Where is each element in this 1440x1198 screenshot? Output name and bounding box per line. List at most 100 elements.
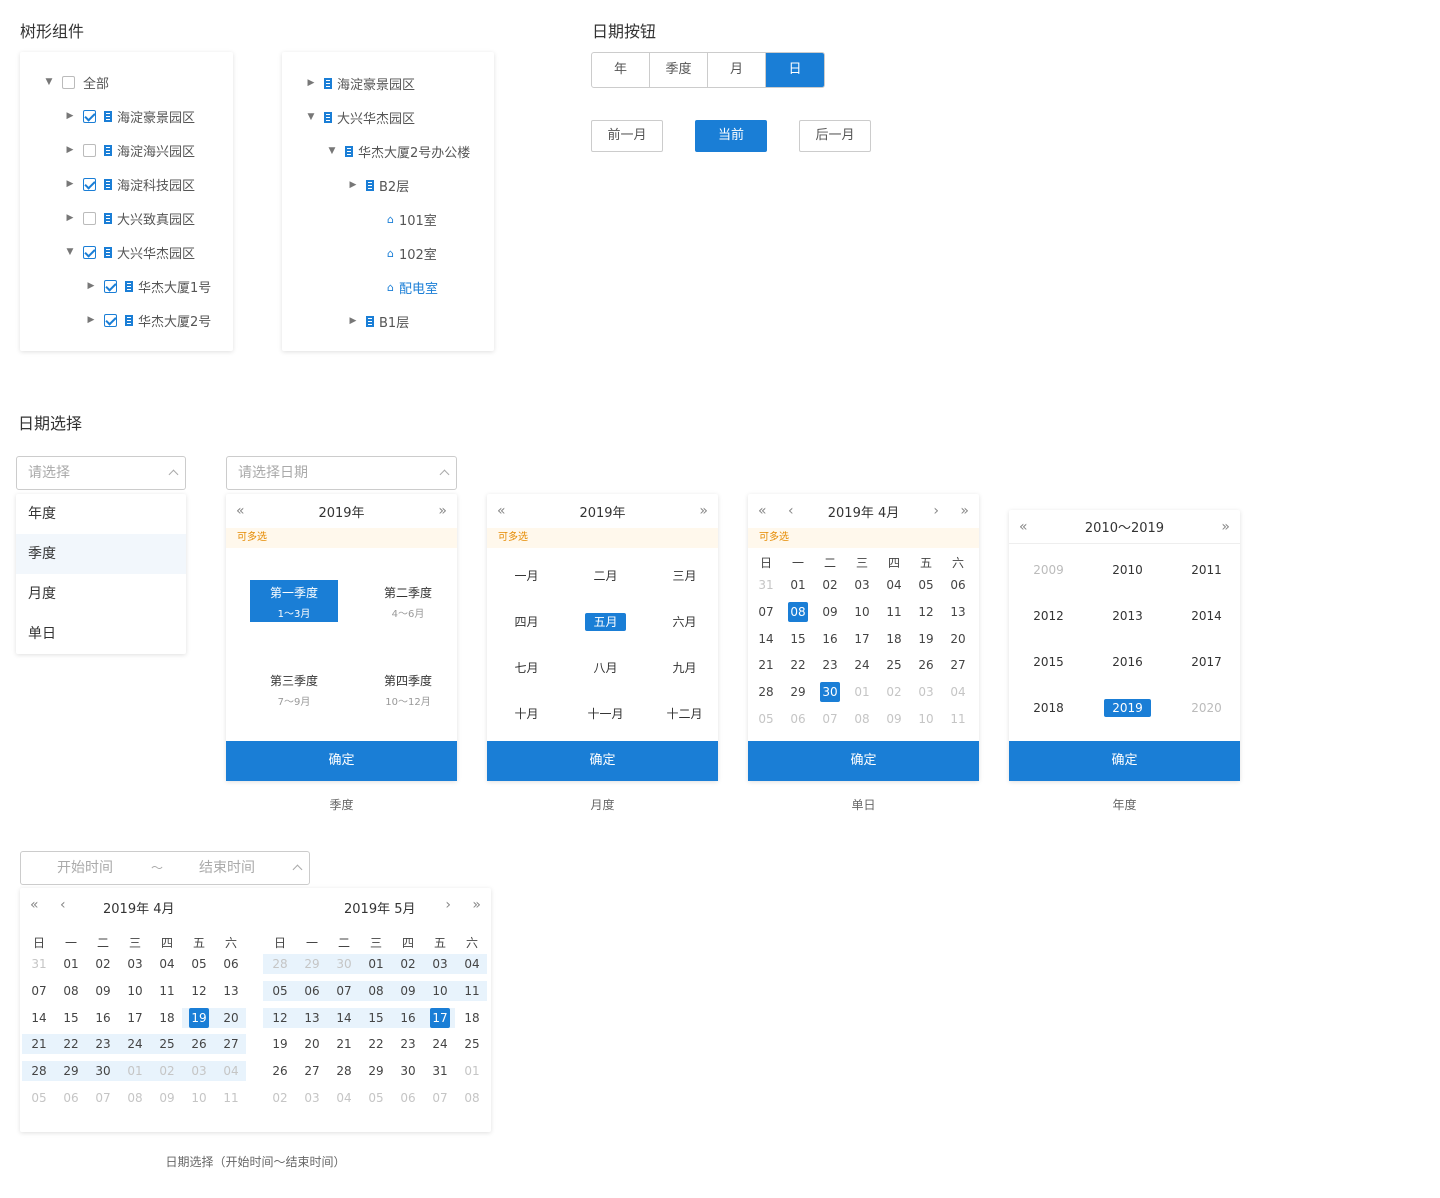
caret-down-icon[interactable]: ▼ <box>42 75 56 89</box>
tree-node[interactable]: ▶ 海淀豪景园区 <box>63 99 195 133</box>
day-cell[interactable]: 09 <box>815 602 845 622</box>
day-cell[interactable]: 11 <box>216 1088 246 1108</box>
tree-node[interactable]: ▶ 海淀海兴园区 <box>63 133 195 167</box>
day-cell[interactable]: 04 <box>943 682 973 702</box>
year-option[interactable]: 2018 <box>1009 701 1088 715</box>
day-cell[interactable]: 13 <box>297 1008 327 1028</box>
next-month-button[interactable]: 后一月 <box>799 120 871 152</box>
tree-checkbox[interactable] <box>83 143 96 157</box>
caret-right-icon[interactable]: ▶ <box>84 313 98 327</box>
month-option[interactable]: 六月 <box>645 613 724 630</box>
day-cell[interactable]: 03 <box>425 954 455 974</box>
date-range-input[interactable]: 开始时间 ～ 结束时间 <box>20 851 310 885</box>
day-cell[interactable]: 07 <box>24 981 54 1001</box>
day-cell[interactable]: 18 <box>457 1008 487 1028</box>
day-cell[interactable]: 28 <box>329 1061 359 1081</box>
day-cell[interactable]: 20 <box>943 629 973 649</box>
day-cell[interactable]: 21 <box>329 1034 359 1054</box>
prev-month-button[interactable]: 前一月 <box>591 120 663 152</box>
day-cell[interactable]: 04 <box>879 575 909 595</box>
tree-checkbox[interactable] <box>83 245 96 259</box>
day-cell[interactable]: 22 <box>56 1034 86 1054</box>
day-cell[interactable]: 22 <box>361 1034 391 1054</box>
confirm-button[interactable]: 确定 <box>226 741 457 781</box>
day-cell[interactable]: 28 <box>24 1061 54 1081</box>
day-cell[interactable]: 25 <box>152 1034 182 1054</box>
segment-option[interactable]: 月 <box>708 53 766 87</box>
day-cell[interactable]: 16 <box>88 1008 118 1028</box>
tree-node[interactable]: ▼ 大兴华杰园区 <box>304 100 415 134</box>
caret-right-icon[interactable]: ▶ <box>84 279 98 293</box>
prev-year-icon[interactable]: « <box>30 888 39 922</box>
day-cell[interactable]: 03 <box>911 682 941 702</box>
tree-checkbox[interactable] <box>83 177 96 191</box>
year-option[interactable]: 2015 <box>1009 655 1088 669</box>
month-option[interactable]: 四月 <box>487 613 566 630</box>
next-month-icon[interactable]: › <box>933 494 939 528</box>
day-cell[interactable]: 16 <box>815 629 845 649</box>
day-cell[interactable]: 04 <box>216 1061 246 1081</box>
day-cell[interactable]: 03 <box>847 575 877 595</box>
tree-node[interactable]: ▶ B1层 <box>346 304 409 338</box>
day-cell[interactable]: 09 <box>393 981 423 1001</box>
caret-right-icon[interactable]: ▶ <box>63 211 77 225</box>
year-option[interactable]: 2020 <box>1167 701 1246 715</box>
day-cell[interactable]: 29 <box>361 1061 391 1081</box>
day-cell[interactable]: 04 <box>329 1088 359 1108</box>
tree-checkbox[interactable] <box>62 75 75 89</box>
month-option[interactable]: 十月 <box>487 705 566 722</box>
day-cell[interactable]: 24 <box>847 655 877 675</box>
day-cell[interactable]: 30 <box>393 1061 423 1081</box>
tree-node[interactable]: ▶ 大兴致真园区 <box>63 201 195 235</box>
day-cell[interactable]: 07 <box>88 1088 118 1108</box>
day-cell[interactable]: 06 <box>783 709 813 729</box>
segment-option[interactable]: 日 <box>766 53 824 87</box>
tree-checkbox[interactable] <box>104 313 117 327</box>
caret-down-icon[interactable]: ▼ <box>63 245 77 259</box>
day-cell[interactable]: 19 <box>265 1034 295 1054</box>
day-cell[interactable]: 31 <box>24 954 54 974</box>
day-cell[interactable]: 05 <box>361 1088 391 1108</box>
day-cell[interactable]: 05 <box>265 981 295 1001</box>
day-cell[interactable]: 04 <box>457 954 487 974</box>
day-cell[interactable]: 03 <box>184 1061 214 1081</box>
confirm-button[interactable]: 确定 <box>1009 741 1240 781</box>
dropdown-option[interactable]: 季度 <box>16 534 186 574</box>
tree-checkbox[interactable] <box>83 109 96 123</box>
day-cell[interactable]: 11 <box>879 602 909 622</box>
day-cell[interactable]: 12 <box>184 981 214 1001</box>
day-cell[interactable]: 08 <box>361 981 391 1001</box>
day-cell[interactable]: 26 <box>265 1061 295 1081</box>
day-cell[interactable]: 01 <box>361 954 391 974</box>
current-button[interactable]: 当前 <box>695 120 767 152</box>
month-option[interactable]: 三月 <box>645 567 724 584</box>
year-option[interactable]: 2009 <box>1009 563 1088 577</box>
day-cell[interactable]: 05 <box>751 709 781 729</box>
day-cell[interactable]: 29 <box>297 954 327 974</box>
caret-down-icon[interactable]: ▼ <box>304 110 318 124</box>
confirm-button[interactable]: 确定 <box>748 741 979 781</box>
day-cell[interactable]: 08 <box>847 709 877 729</box>
next-year-icon[interactable]: » <box>438 494 447 528</box>
year-option[interactable]: 2013 <box>1088 609 1167 623</box>
quarter-option[interactable]: 第三季度 7～9月 <box>250 668 338 710</box>
month-option[interactable]: 七月 <box>487 659 566 676</box>
year-option[interactable]: 2017 <box>1167 655 1246 669</box>
day-cell[interactable]: 30 <box>815 682 845 703</box>
dropdown-option[interactable]: 单日 <box>16 614 186 654</box>
day-cell[interactable]: 31 <box>751 575 781 595</box>
day-cell[interactable]: 26 <box>911 655 941 675</box>
day-cell[interactable]: 13 <box>943 602 973 622</box>
day-cell[interactable]: 17 <box>120 1008 150 1028</box>
month-option[interactable]: 五月 <box>566 613 645 631</box>
day-cell[interactable]: 23 <box>393 1034 423 1054</box>
day-cell[interactable]: 04 <box>152 954 182 974</box>
day-cell[interactable]: 05 <box>24 1088 54 1108</box>
month-option[interactable]: 十二月 <box>645 705 724 722</box>
day-cell[interactable]: 02 <box>152 1061 182 1081</box>
day-cell[interactable]: 28 <box>265 954 295 974</box>
day-cell[interactable]: 19 <box>911 629 941 649</box>
day-cell[interactable]: 09 <box>88 981 118 1001</box>
day-cell[interactable]: 19 <box>184 1007 214 1028</box>
day-cell[interactable]: 11 <box>457 981 487 1001</box>
